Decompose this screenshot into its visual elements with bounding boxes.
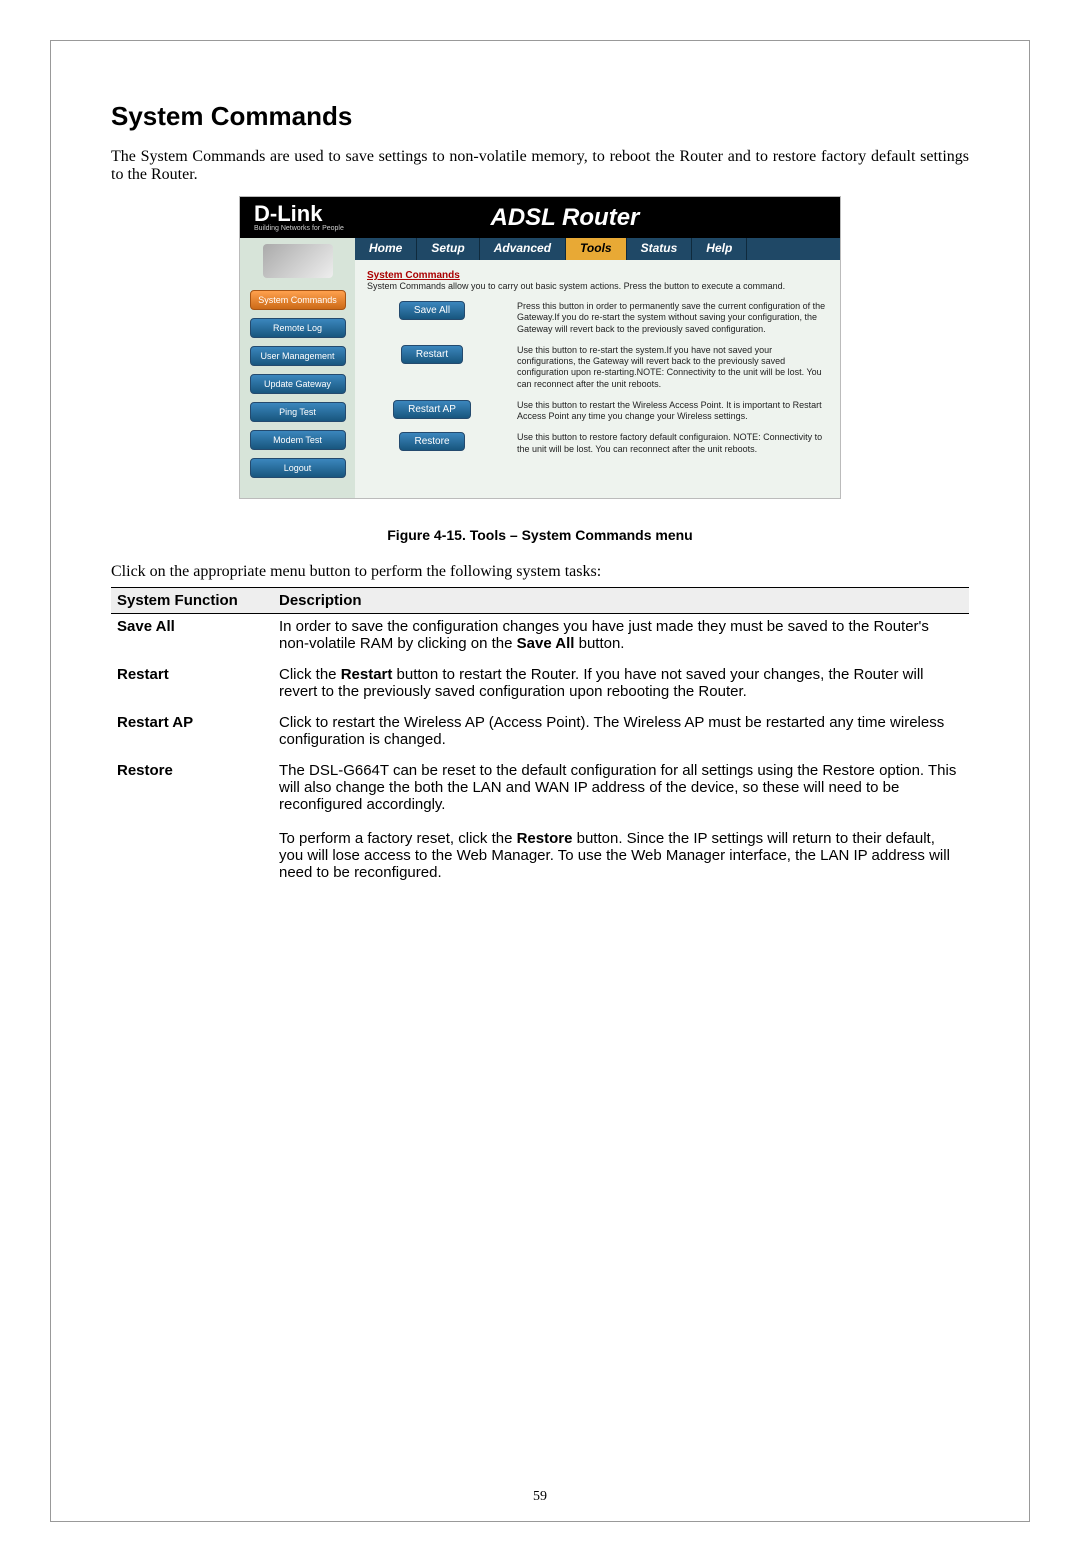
panel-heading: System Commands — [367, 270, 460, 281]
figure-caption: Figure 4-15. Tools – System Commands men… — [111, 527, 969, 543]
sidebar-item-logout[interactable]: Logout — [250, 458, 346, 478]
restart-ap-button[interactable]: Restart AP — [393, 400, 471, 419]
command-row: Save All Press this button in order to pe… — [367, 301, 828, 335]
command-description: Use this button to re-start the system.I… — [517, 345, 828, 390]
dlink-logo: D-Link Building Networks for People — [254, 203, 344, 232]
command-row: Restart Use this button to re-start the s… — [367, 345, 828, 390]
tab-advanced[interactable]: Advanced — [480, 238, 566, 260]
tab-status[interactable]: Status — [627, 238, 693, 260]
router-header: D-Link Building Networks for People ADSL… — [240, 197, 840, 238]
command-row: Restart AP Use this button to restart the… — [367, 400, 828, 423]
tab-home[interactable]: Home — [355, 238, 417, 260]
table-row: RestoreThe DSL-G664T can be reset to the… — [111, 758, 969, 891]
table-header-description: Description — [273, 588, 969, 614]
restart-button[interactable]: Restart — [401, 345, 463, 364]
function-name: Restart AP — [111, 710, 273, 758]
save-all-button[interactable]: Save All — [399, 301, 465, 320]
table-header-function: System Function — [111, 588, 273, 614]
function-name: Restore — [111, 758, 273, 891]
function-name: Save All — [111, 614, 273, 663]
tab-setup[interactable]: Setup — [417, 238, 479, 260]
instruction-text: Click on the appropriate menu button to … — [111, 563, 969, 581]
table-row: RestartClick the Restart button to resta… — [111, 662, 969, 710]
intro-paragraph: The System Commands are used to save set… — [111, 148, 969, 184]
panel-content: System Commands System Commands allow yo… — [355, 260, 840, 455]
brand-tagline: Building Networks for People — [254, 225, 344, 232]
router-title: ADSL Router — [344, 204, 826, 232]
tab-tools[interactable]: Tools — [566, 238, 627, 260]
device-image — [263, 244, 333, 278]
function-description: The DSL-G664T can be reset to the defaul… — [273, 758, 969, 891]
command-description: Press this button in order to permanentl… — [517, 301, 828, 335]
router-body: System Commands Remote Log User Management… — [240, 238, 840, 498]
command-description: Use this button to restore factory defau… — [517, 432, 828, 455]
tab-bar: HomeSetupAdvancedToolsStatusHelp — [355, 238, 840, 260]
page-number: 59 — [51, 1489, 1029, 1505]
function-name: Restart — [111, 662, 273, 710]
function-description: In order to save the configuration chang… — [273, 614, 969, 663]
function-description: Click to restart the Wireless AP (Access… — [273, 710, 969, 758]
sidebar-item-update-gateway[interactable]: Update Gateway — [250, 374, 346, 394]
function-description: Click the Restart button to restart the … — [273, 662, 969, 710]
sidebar-item-remote-log[interactable]: Remote Log — [250, 318, 346, 338]
panel-subtext: System Commands allow you to carry out b… — [367, 281, 785, 291]
sidebar-item-modem-test[interactable]: Modem Test — [250, 430, 346, 450]
tab-help[interactable]: Help — [692, 238, 747, 260]
page-heading: System Commands — [111, 101, 969, 132]
system-function-table: System Function Description Save AllIn o… — [111, 587, 969, 891]
sidebar-item-system-commands[interactable]: System Commands — [250, 290, 346, 310]
command-row: Restore Use this button to restore factor… — [367, 432, 828, 455]
command-description: Use this button to restart the Wireless … — [517, 400, 828, 423]
router-sidebar: System Commands Remote Log User Management… — [240, 238, 355, 498]
router-screenshot: D-Link Building Networks for People ADSL… — [239, 196, 841, 499]
sidebar-item-user-management[interactable]: User Management — [250, 346, 346, 366]
page-frame: System Commands The System Commands are … — [50, 40, 1030, 1522]
table-row: Save AllIn order to save the configurati… — [111, 614, 969, 663]
brand-name: D-Link — [254, 203, 344, 225]
sidebar-item-ping-test[interactable]: Ping Test — [250, 402, 346, 422]
restore-button[interactable]: Restore — [399, 432, 464, 451]
router-main: HomeSetupAdvancedToolsStatusHelp System … — [355, 238, 840, 498]
table-row: Restart APClick to restart the Wireless … — [111, 710, 969, 758]
